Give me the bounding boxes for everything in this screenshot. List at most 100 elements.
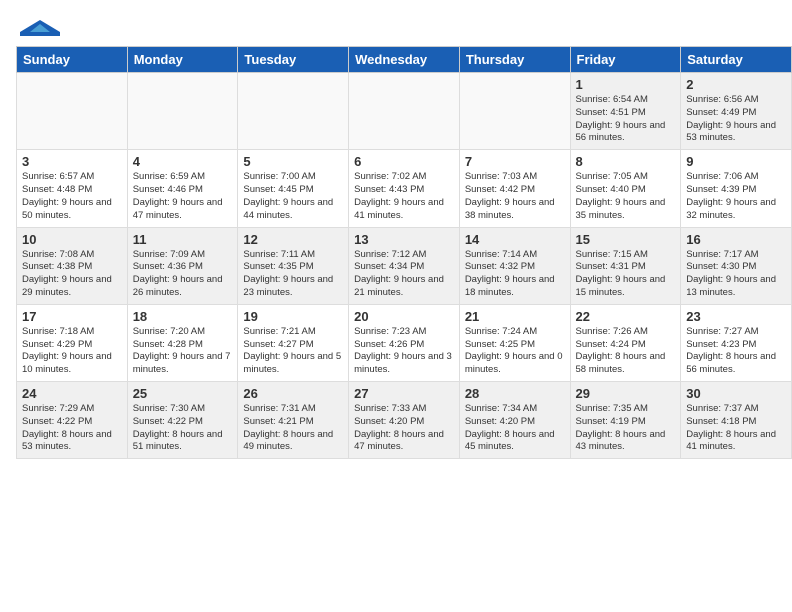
col-header-wednesday: Wednesday bbox=[349, 47, 460, 73]
day-info: Sunrise: 7:03 AM Sunset: 4:42 PM Dayligh… bbox=[465, 171, 565, 222]
calendar-cell: 28 Sunrise: 7:34 AM Sunset: 4:20 PM Dayli… bbox=[459, 382, 570, 459]
day-number: 1 bbox=[576, 77, 676, 92]
logo-icon bbox=[20, 20, 60, 36]
day-number: 15 bbox=[576, 232, 676, 247]
col-header-thursday: Thursday bbox=[459, 47, 570, 73]
day-number: 10 bbox=[22, 232, 122, 247]
day-info: Sunrise: 7:21 AM Sunset: 4:27 PM Dayligh… bbox=[243, 326, 343, 377]
col-header-sunday: Sunday bbox=[17, 47, 128, 73]
day-info: Sunrise: 7:08 AM Sunset: 4:38 PM Dayligh… bbox=[22, 249, 122, 300]
day-number: 9 bbox=[686, 154, 786, 169]
calendar-cell: 1Sunrise: 6:54 AM Sunset: 4:51 PM Daylig… bbox=[570, 73, 681, 150]
calendar-cell: 18 Sunrise: 7:20 AM Sunset: 4:28 PM Dayli… bbox=[127, 304, 238, 381]
day-number: 17 bbox=[22, 309, 122, 324]
calendar-table: SundayMondayTuesdayWednesdayThursdayFrid… bbox=[16, 46, 792, 459]
calendar-cell: 15 Sunrise: 7:15 AM Sunset: 4:31 PM Dayli… bbox=[570, 227, 681, 304]
calendar-cell: 12 Sunrise: 7:11 AM Sunset: 4:35 PM Dayli… bbox=[238, 227, 349, 304]
calendar-cell: 19 Sunrise: 7:21 AM Sunset: 4:27 PM Dayli… bbox=[238, 304, 349, 381]
calendar-cell: 6 Sunrise: 7:02 AM Sunset: 4:43 PM Daylig… bbox=[349, 150, 460, 227]
calendar-cell: 20Sunrise: 7:23 AM Sunset: 4:26 PM Dayli… bbox=[349, 304, 460, 381]
day-info: Sunrise: 7:35 AM Sunset: 4:19 PM Dayligh… bbox=[576, 403, 676, 454]
day-number: 6 bbox=[354, 154, 454, 169]
day-number: 25 bbox=[133, 386, 233, 401]
calendar-cell: 13 Sunrise: 7:12 AM Sunset: 4:34 PM Dayli… bbox=[349, 227, 460, 304]
calendar-cell: 17 Sunrise: 7:18 AM Sunset: 4:29 PM Dayli… bbox=[17, 304, 128, 381]
calendar-cell: 14 Sunrise: 7:14 AM Sunset: 4:32 PM Dayli… bbox=[459, 227, 570, 304]
calendar-week-2: 10 Sunrise: 7:08 AM Sunset: 4:38 PM Dayli… bbox=[17, 227, 792, 304]
calendar-cell: 3Sunrise: 6:57 AM Sunset: 4:48 PM Daylig… bbox=[17, 150, 128, 227]
calendar-cell bbox=[349, 73, 460, 150]
col-header-friday: Friday bbox=[570, 47, 681, 73]
calendar-cell: 5 Sunrise: 7:00 AM Sunset: 4:45 PM Daylig… bbox=[238, 150, 349, 227]
calendar-cell: 8 Sunrise: 7:05 AM Sunset: 4:40 PM Daylig… bbox=[570, 150, 681, 227]
day-number: 12 bbox=[243, 232, 343, 247]
day-number: 13 bbox=[354, 232, 454, 247]
day-number: 30 bbox=[686, 386, 786, 401]
calendar-header-row: SundayMondayTuesdayWednesdayThursdayFrid… bbox=[17, 47, 792, 73]
day-info: Sunrise: 7:33 AM Sunset: 4:20 PM Dayligh… bbox=[354, 403, 454, 454]
day-number: 24 bbox=[22, 386, 122, 401]
calendar-cell: 26 Sunrise: 7:31 AM Sunset: 4:21 PM Dayli… bbox=[238, 382, 349, 459]
col-header-tuesday: Tuesday bbox=[238, 47, 349, 73]
day-number: 16 bbox=[686, 232, 786, 247]
day-info: Sunrise: 7:02 AM Sunset: 4:43 PM Dayligh… bbox=[354, 171, 454, 222]
day-info: Sunrise: 7:26 AM Sunset: 4:24 PM Dayligh… bbox=[576, 326, 676, 377]
day-info: Sunrise: 7:12 AM Sunset: 4:34 PM Dayligh… bbox=[354, 249, 454, 300]
day-info: Sunrise: 7:23 AM Sunset: 4:26 PM Dayligh… bbox=[354, 326, 454, 377]
day-info: Sunrise: 7:14 AM Sunset: 4:32 PM Dayligh… bbox=[465, 249, 565, 300]
day-number: 11 bbox=[133, 232, 233, 247]
calendar-cell: 23Sunrise: 7:27 AM Sunset: 4:23 PM Dayli… bbox=[681, 304, 792, 381]
day-info: Sunrise: 7:00 AM Sunset: 4:45 PM Dayligh… bbox=[243, 171, 343, 222]
day-info: Sunrise: 7:09 AM Sunset: 4:36 PM Dayligh… bbox=[133, 249, 233, 300]
calendar-cell: 11 Sunrise: 7:09 AM Sunset: 4:36 PM Dayli… bbox=[127, 227, 238, 304]
calendar-cell: 21 Sunrise: 7:24 AM Sunset: 4:25 PM Dayli… bbox=[459, 304, 570, 381]
day-number: 26 bbox=[243, 386, 343, 401]
day-info: Sunrise: 7:05 AM Sunset: 4:40 PM Dayligh… bbox=[576, 171, 676, 222]
calendar-cell bbox=[238, 73, 349, 150]
day-number: 28 bbox=[465, 386, 565, 401]
calendar-week-0: 1Sunrise: 6:54 AM Sunset: 4:51 PM Daylig… bbox=[17, 73, 792, 150]
day-info: Sunrise: 6:57 AM Sunset: 4:48 PM Dayligh… bbox=[22, 171, 122, 222]
day-info: Sunrise: 7:18 AM Sunset: 4:29 PM Dayligh… bbox=[22, 326, 122, 377]
day-number: 14 bbox=[465, 232, 565, 247]
day-info: Sunrise: 6:56 AM Sunset: 4:49 PM Dayligh… bbox=[686, 94, 786, 145]
day-info: Sunrise: 7:11 AM Sunset: 4:35 PM Dayligh… bbox=[243, 249, 343, 300]
col-header-monday: Monday bbox=[127, 47, 238, 73]
col-header-saturday: Saturday bbox=[681, 47, 792, 73]
day-info: Sunrise: 7:34 AM Sunset: 4:20 PM Dayligh… bbox=[465, 403, 565, 454]
calendar-week-3: 17 Sunrise: 7:18 AM Sunset: 4:29 PM Dayli… bbox=[17, 304, 792, 381]
calendar-cell bbox=[127, 73, 238, 150]
day-number: 18 bbox=[133, 309, 233, 324]
day-number: 8 bbox=[576, 154, 676, 169]
calendar-cell: 4 Sunrise: 6:59 AM Sunset: 4:46 PM Daylig… bbox=[127, 150, 238, 227]
calendar-cell bbox=[459, 73, 570, 150]
page-header bbox=[0, 0, 792, 46]
day-number: 21 bbox=[465, 309, 565, 324]
day-info: Sunrise: 7:27 AM Sunset: 4:23 PM Dayligh… bbox=[686, 326, 786, 377]
day-info: Sunrise: 7:31 AM Sunset: 4:21 PM Dayligh… bbox=[243, 403, 343, 454]
day-info: Sunrise: 6:59 AM Sunset: 4:46 PM Dayligh… bbox=[133, 171, 233, 222]
day-info: Sunrise: 7:30 AM Sunset: 4:22 PM Dayligh… bbox=[133, 403, 233, 454]
calendar-cell: 7 Sunrise: 7:03 AM Sunset: 4:42 PM Daylig… bbox=[459, 150, 570, 227]
day-number: 7 bbox=[465, 154, 565, 169]
calendar-cell: 29 Sunrise: 7:35 AM Sunset: 4:19 PM Dayli… bbox=[570, 382, 681, 459]
day-number: 2 bbox=[686, 77, 786, 92]
day-info: Sunrise: 7:06 AM Sunset: 4:39 PM Dayligh… bbox=[686, 171, 786, 222]
calendar-week-4: 24 Sunrise: 7:29 AM Sunset: 4:22 PM Dayli… bbox=[17, 382, 792, 459]
calendar-cell: 2 Sunrise: 6:56 AM Sunset: 4:49 PM Daylig… bbox=[681, 73, 792, 150]
calendar-cell: 22Sunrise: 7:26 AM Sunset: 4:24 PM Dayli… bbox=[570, 304, 681, 381]
calendar-cell: 16 Sunrise: 7:17 AM Sunset: 4:30 PM Dayli… bbox=[681, 227, 792, 304]
day-number: 19 bbox=[243, 309, 343, 324]
day-number: 5 bbox=[243, 154, 343, 169]
day-info: Sunrise: 7:20 AM Sunset: 4:28 PM Dayligh… bbox=[133, 326, 233, 377]
day-number: 4 bbox=[133, 154, 233, 169]
day-info: Sunrise: 7:15 AM Sunset: 4:31 PM Dayligh… bbox=[576, 249, 676, 300]
calendar-cell: 25 Sunrise: 7:30 AM Sunset: 4:22 PM Dayli… bbox=[127, 382, 238, 459]
day-info: Sunrise: 7:17 AM Sunset: 4:30 PM Dayligh… bbox=[686, 249, 786, 300]
calendar-wrapper: SundayMondayTuesdayWednesdayThursdayFrid… bbox=[0, 46, 792, 467]
day-number: 29 bbox=[576, 386, 676, 401]
day-info: Sunrise: 7:29 AM Sunset: 4:22 PM Dayligh… bbox=[22, 403, 122, 454]
calendar-cell bbox=[17, 73, 128, 150]
day-info: Sunrise: 7:24 AM Sunset: 4:25 PM Dayligh… bbox=[465, 326, 565, 377]
calendar-cell: 24 Sunrise: 7:29 AM Sunset: 4:22 PM Dayli… bbox=[17, 382, 128, 459]
